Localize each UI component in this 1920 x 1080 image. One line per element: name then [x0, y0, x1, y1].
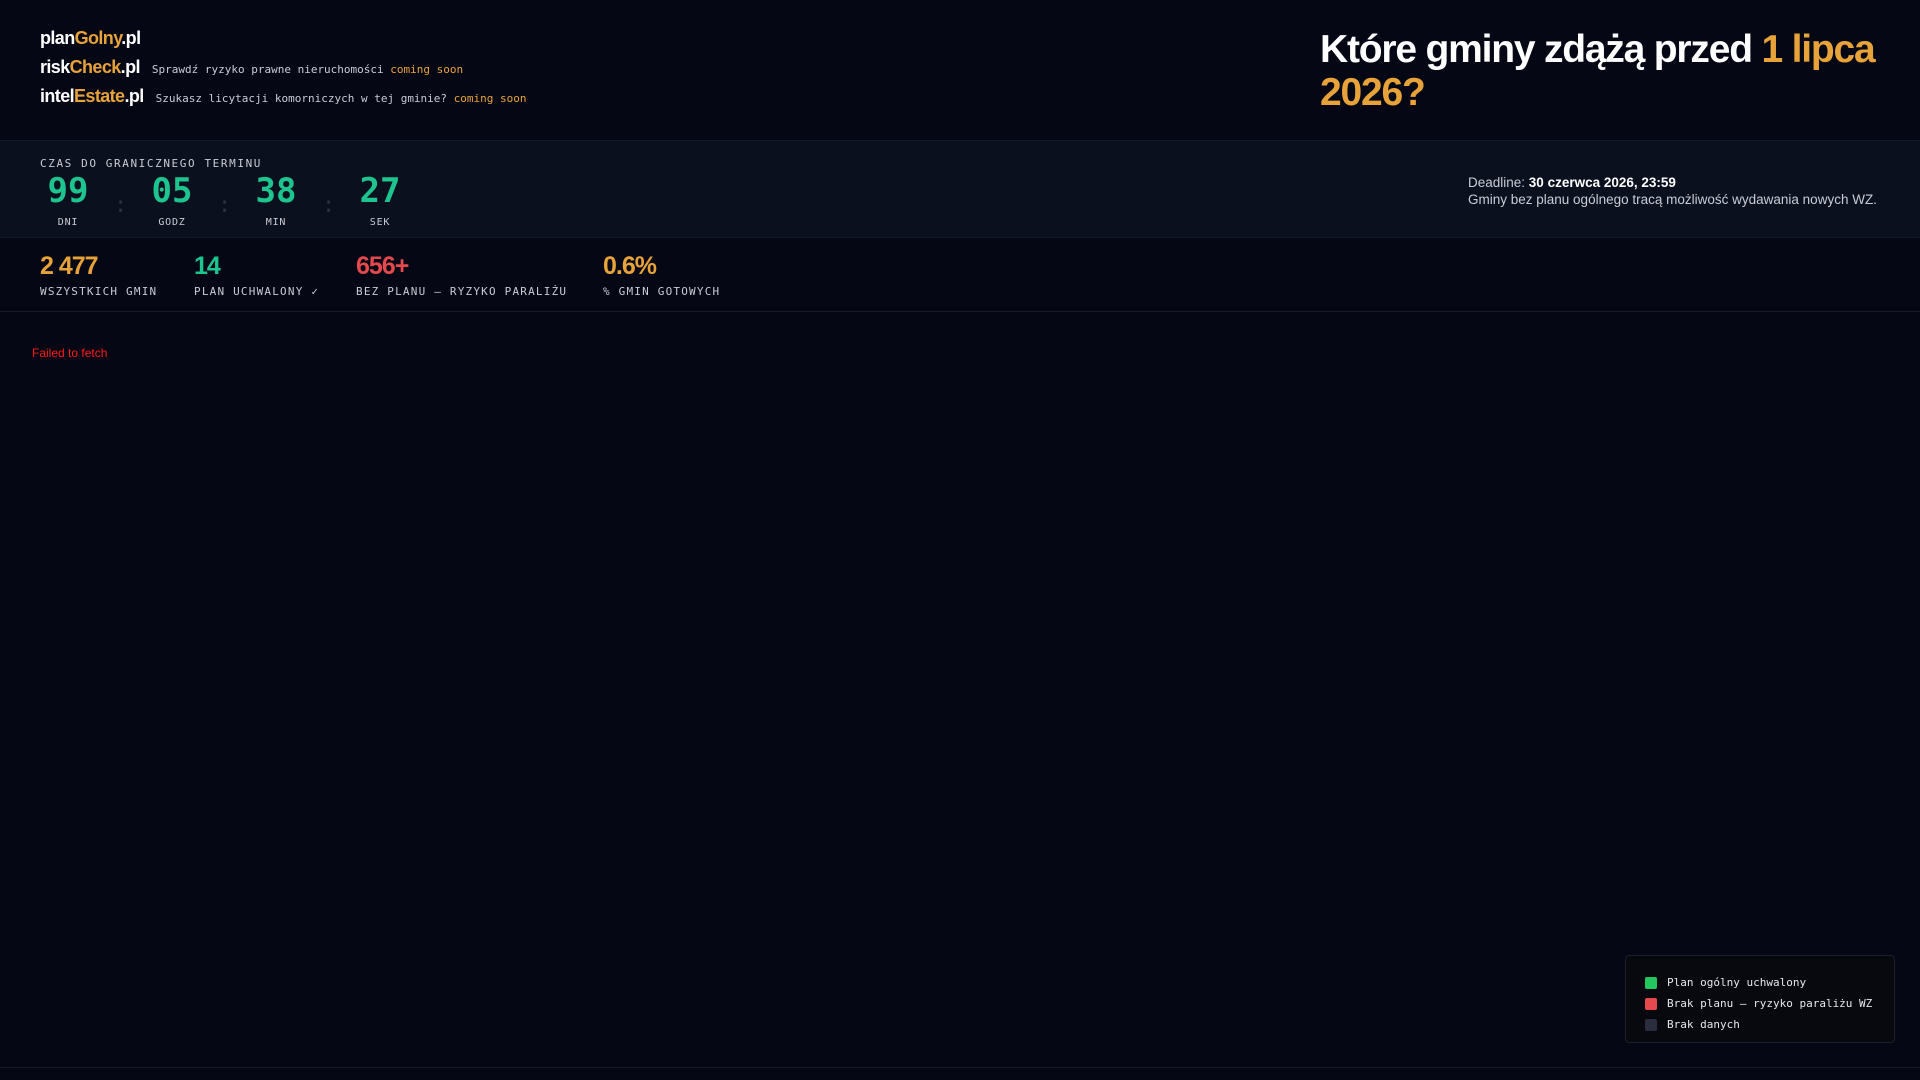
countdown-seconds-caption: SEK [369, 217, 391, 228]
deadline-note: Gminy bez planu ogólnego tracą możliwość… [1468, 192, 1877, 207]
countdown-hours-caption: GODZ [158, 217, 186, 228]
countdown-minutes-caption: MIN [265, 217, 287, 228]
brand-accent: Estate [74, 86, 125, 106]
brand-suffix: .pl [124, 86, 144, 106]
brand-description-text: Sprawdź ryzyko prawne nieruchomości [151, 63, 384, 76]
legend-item-plan-adopted: Plan ogólny uchwalony [1645, 972, 1894, 993]
brand-suffix: .pl [120, 57, 141, 77]
stat-no-plan: 656+ BEZ PLANU — RYZYKO PARALIŻU [356, 251, 567, 298]
stat-caption: PLAN UCHWALONY ✓ [194, 285, 320, 298]
map-legend: Plan ogólny uchwalony Brak planu — ryzyk… [1625, 955, 1895, 1043]
legend-label: Brak danych [1667, 1018, 1740, 1031]
brand-prefix: plan [40, 28, 75, 48]
stat-value: 656+ [356, 252, 409, 280]
brand-accent: Check [69, 57, 122, 77]
stat-percent-ready: 0.6% % GMIN GOTOWYCH [603, 251, 720, 298]
fetch-error-message: Failed to fetch [32, 346, 108, 360]
countdown-days-value: 99 [47, 171, 89, 211]
countdown-minutes: 38 MIN [248, 165, 304, 228]
brand-prefix: intel [40, 86, 75, 106]
stat-caption: WSZYSTKICH GMIN [40, 285, 158, 298]
countdown-hours: 05 GODZ [144, 165, 200, 228]
footer-divider [0, 1067, 1920, 1068]
legend-item-no-plan: Brak planu — ryzyko paraliżu WZ [1645, 993, 1894, 1014]
stat-value: 0.6% [603, 252, 657, 280]
countdown-separator: : [218, 193, 232, 218]
countdown-seconds-value: 27 [359, 171, 401, 211]
brand-row-plangolny: planGolny.pl [40, 28, 527, 57]
brand-plangolny-link[interactable]: planGolny.pl [40, 28, 141, 49]
countdown-seconds: 27 SEK [352, 165, 408, 228]
brand-intelestate-link[interactable]: intelEstate.pl [40, 86, 144, 107]
deadline-label: Deadline: [1468, 175, 1529, 190]
stat-plan-adopted: 14 PLAN UCHWALONY ✓ [194, 251, 319, 298]
stat-caption: BEZ PLANU — RYZYKO PARALIŻU [356, 285, 568, 298]
brand-row-intelestate: intelEstate.pl Szukasz licytacji komorni… [40, 86, 527, 115]
stats-bar: 2 477 WSZYSTKICH GMIN 14 PLAN UCHWALONY … [0, 237, 1920, 312]
header: planGolny.pl riskCheck.pl Sprawdź ryzyko… [0, 0, 1920, 140]
brand-description-text: Szukasz licytacji komorniczych w tej gmi… [155, 92, 448, 105]
brand-prefix: risk [40, 57, 70, 77]
countdown-minutes-value: 38 [255, 171, 297, 211]
brand-description: Szukasz licytacji komorniczych w tej gmi… [156, 92, 527, 105]
coming-soon-badge: coming soon [390, 63, 464, 76]
deadline-info: Deadline: 30 czerwca 2026, 23:59 Gminy b… [1468, 174, 1877, 208]
legend-swatch-red [1645, 997, 1657, 1010]
coming-soon-badge: coming soon [453, 92, 527, 105]
stat-caption: % GMIN GOTOWYCH [603, 285, 721, 298]
deadline-line: Deadline: 30 czerwca 2026, 23:59 [1468, 174, 1877, 191]
legend-label: Plan ogólny uchwalony [1667, 976, 1807, 989]
legend-label: Brak planu — ryzyko paraliżu WZ [1667, 997, 1873, 1010]
countdown-days: 99 DNI [40, 165, 96, 228]
brand-accent: Golny [74, 28, 122, 48]
stat-value: 14 [194, 252, 221, 280]
legend-swatch-green [1645, 976, 1657, 989]
deadline-date: 30 czerwca 2026, 23:59 [1528, 175, 1676, 190]
legend-swatch-gray [1645, 1018, 1657, 1031]
headline-text: Które gminy zdążą przed [1320, 28, 1762, 71]
countdown-days-caption: DNI [57, 217, 79, 228]
page-headline: Które gminy zdążą przed 1 lipca 2026? [1320, 28, 1880, 114]
brand-list: planGolny.pl riskCheck.pl Sprawdź ryzyko… [40, 28, 527, 115]
stat-all-municipalities: 2 477 WSZYSTKICH GMIN [40, 251, 157, 298]
legend-item-no-data: Brak danych [1645, 1014, 1894, 1035]
stat-value: 2 477 [40, 252, 99, 280]
countdown-separator: : [322, 193, 336, 218]
brand-description: Sprawdź ryzyko prawne nieruchomości comi… [152, 63, 463, 76]
brand-row-riskcheck: riskCheck.pl Sprawdź ryzyko prawne nieru… [40, 57, 527, 86]
countdown-separator: : [114, 193, 128, 218]
countdown-hours-value: 05 [151, 171, 193, 211]
brand-suffix: .pl [121, 28, 141, 48]
brand-riskcheck-link[interactable]: riskCheck.pl [40, 57, 140, 78]
